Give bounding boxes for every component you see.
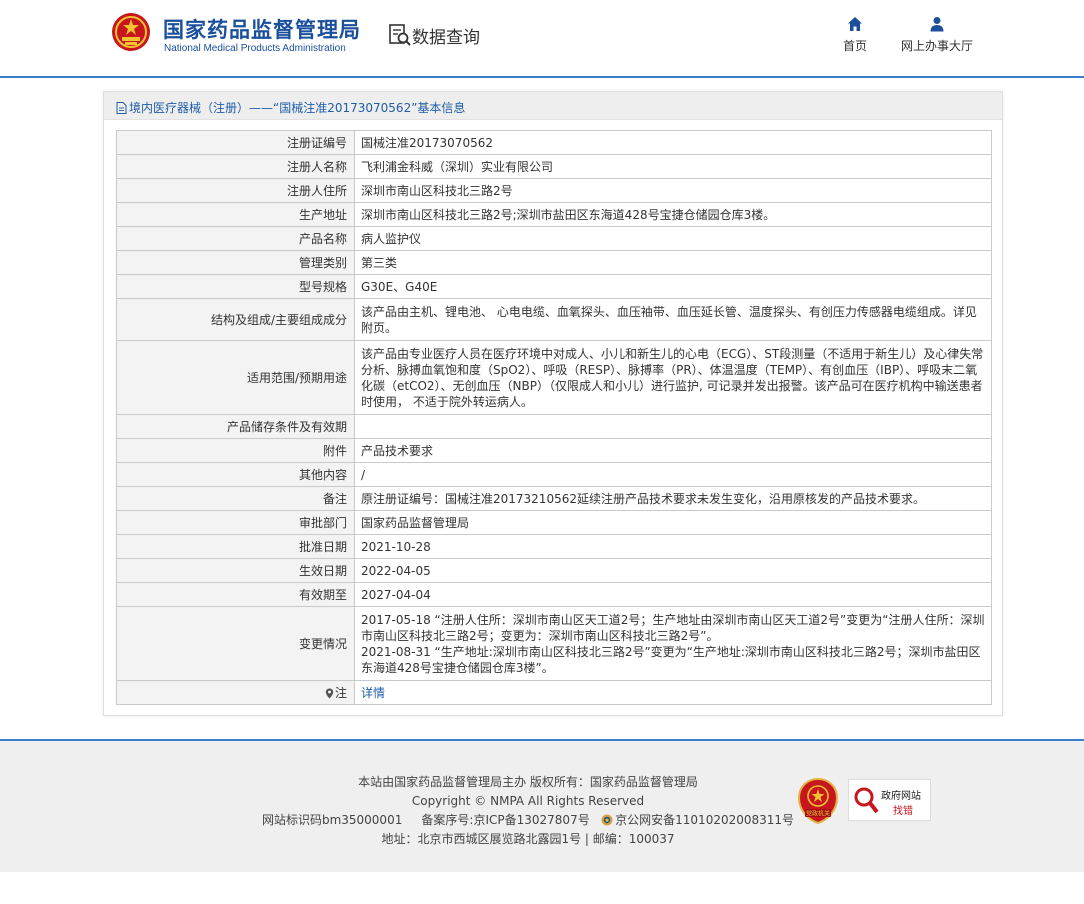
row-label: 变更情况 xyxy=(116,606,355,681)
row-value: 产品技术要求 xyxy=(354,438,992,463)
table-row: 批准日期 2021-10-28 xyxy=(116,534,992,559)
row-value: 深圳市南山区科技北三路2号;深圳市盐田区东海道428号宝捷仓储园仓库3楼。 xyxy=(354,202,992,227)
party-gov-emblem-icon: 党政机关 xyxy=(797,777,839,825)
table-row: 生效日期 2022-04-05 xyxy=(116,558,992,583)
row-label: 注册证编号 xyxy=(116,130,355,155)
nav-service-hall-label: 网上办事大厅 xyxy=(900,39,973,53)
table-row: 结构及组成/主要组成成分 该产品由主机、锂电池、 心电电缆、血氧探头、血压袖带、… xyxy=(116,298,992,341)
row-value: 该产品由专业医疗人员在医疗环境中对成人、小儿和新生儿的心电（ECG）、ST段测量… xyxy=(354,340,992,415)
row-value: 2027-04-04 xyxy=(354,582,992,607)
row-value: G30E、G40E xyxy=(354,274,992,299)
change-entry: 2021-08-31 “生产地址:深圳市南山区科技北三路2号”变更为“生产地址:… xyxy=(361,644,981,675)
table-row: 注册人名称 飞利浦金科威（深圳）实业有限公司 xyxy=(116,154,992,179)
row-label: 生产地址 xyxy=(116,202,355,227)
row-label: 审批部门 xyxy=(116,510,355,535)
detail-panel: 境内医疗器械（注册）——“国械注准20173070562”基本信息 注册证编号 … xyxy=(103,91,1003,716)
row-value: 2021-10-28 xyxy=(354,534,992,559)
table-row: 型号规格 G30E、G40E xyxy=(116,274,992,299)
row-label: 批准日期 xyxy=(116,534,355,559)
row-label: 适用范围/预期用途 xyxy=(116,340,355,415)
table-row: 附件 产品技术要求 xyxy=(116,438,992,463)
site-header: 国家药品监督管理局 National Medical Products Admi… xyxy=(0,0,1084,78)
police-badge-icon xyxy=(601,814,613,826)
table-row: 产品储存条件及有效期 xyxy=(116,414,992,439)
table-row: 审批部门 国家药品监督管理局 xyxy=(116,510,992,535)
details-link[interactable]: 详情 xyxy=(361,686,385,700)
note-label: 注 xyxy=(334,685,347,700)
national-emblem-icon xyxy=(112,13,150,51)
site-footer: 本站由国家药品监督管理局主办 版权所有：国家药品监督管理局 Copyright … xyxy=(0,739,1084,872)
gov-badge-subtitle: 找错 xyxy=(893,806,913,817)
row-label: 型号规格 xyxy=(116,274,355,299)
table-row: 其他内容 / xyxy=(116,462,992,487)
row-value: 第三类 xyxy=(354,250,992,275)
row-label: 注 xyxy=(116,680,355,705)
row-value: 国械注准20173070562 xyxy=(354,130,992,155)
row-label: 有效期至 xyxy=(116,582,355,607)
table-row: 适用范围/预期用途 该产品由专业医疗人员在医疗环境中对成人、小儿和新生儿的心电（… xyxy=(116,340,992,415)
row-label: 备注 xyxy=(116,486,355,511)
row-label: 注册人名称 xyxy=(116,154,355,179)
row-label: 管理类别 xyxy=(116,250,355,275)
nav-home-label: 首页 xyxy=(842,39,867,53)
row-value: 2022-04-05 xyxy=(354,558,992,583)
row-value: 该产品由主机、锂电池、 心电电缆、血氧探头、血压袖带、血压延长管、温度探头、有创… xyxy=(354,298,992,341)
data-query-icon[interactable] xyxy=(388,23,412,47)
party-badge-text: 党政机关 xyxy=(806,810,830,818)
row-value: 详情 xyxy=(354,680,992,705)
table-row: 注册证编号 国械注准20173070562 xyxy=(116,130,992,155)
row-label: 注册人住所 xyxy=(116,178,355,203)
party-gov-badge[interactable]: 党政机关 xyxy=(797,777,839,825)
row-value: 国家药品监督管理局 xyxy=(354,510,992,535)
table-row: 生产地址 深圳市南山区科技北三路2号;深圳市盐田区东海道428号宝捷仓储园仓库3… xyxy=(116,202,992,227)
row-label: 其他内容 xyxy=(116,462,355,487)
row-value: 病人监护仪 xyxy=(354,226,992,251)
footer-registration: 网站标识码bm35000001 备案序号:京ICP备13027807号 京公网安… xyxy=(250,811,806,830)
row-value: 原注册证编号：国械注准20173210562延续注册产品技术要求未发生变化，沿用… xyxy=(354,486,992,511)
nav-home[interactable]: 首页 xyxy=(838,16,872,54)
home-icon xyxy=(848,17,862,31)
magnifier-icon xyxy=(854,787,879,814)
panel-title: 境内医疗器械（注册）——“国械注准20173070562”基本信息 xyxy=(104,92,1002,120)
registration-info-table: 注册证编号 国械注准20173070562 注册人名称 飞利浦金科威（深圳）实业… xyxy=(116,130,992,705)
change-entry: 2017-05-18 “注册人住所：深圳市南山区天工道2号；生产地址由深圳市南山… xyxy=(361,612,985,643)
user-icon xyxy=(930,17,944,32)
footer-icp-link[interactable]: 备案序号:京ICP备13027807号 xyxy=(421,813,589,827)
footer-site-id: 网站标识码bm35000001 xyxy=(261,813,403,827)
row-value xyxy=(354,414,992,439)
footer-text: 本站由国家药品监督管理局主办 版权所有：国家药品监督管理局 Copyright … xyxy=(250,773,806,849)
map-pin-icon xyxy=(325,688,334,698)
row-label: 产品储存条件及有效期 xyxy=(116,414,355,439)
row-value: / xyxy=(354,462,992,487)
site-name-en[interactable]: National Medical Products Administration xyxy=(164,43,346,54)
data-query-title[interactable]: 数据查询 xyxy=(412,23,480,48)
table-row: 注册人住所 深圳市南山区科技北三路2号 xyxy=(116,178,992,203)
footer-police-link[interactable]: 京公网安备11010202008311号 xyxy=(615,813,794,827)
table-row: 有效期至 2027-04-04 xyxy=(116,582,992,607)
footer-sponsor: 本站由国家药品监督管理局主办 版权所有：国家药品监督管理局 xyxy=(358,775,698,789)
footer-address: 地址：北京市西城区展览路北露园1号 | 邮编：100037 xyxy=(381,832,675,846)
table-row: 备注 原注册证编号：国械注准20173210562延续注册产品技术要求未发生变化… xyxy=(116,486,992,511)
site-name-cn[interactable]: 国家药品监督管理局 xyxy=(163,14,361,44)
row-value: 深圳市南山区科技北三路2号 xyxy=(354,178,992,203)
row-label: 生效日期 xyxy=(116,558,355,583)
nav-service-hall[interactable]: 网上办事大厅 xyxy=(898,16,976,54)
row-label: 结构及组成/主要组成成分 xyxy=(116,298,355,341)
row-label: 产品名称 xyxy=(116,226,355,251)
footer-copyright: Copyright © NMPA All Rights Reserved xyxy=(411,794,645,808)
table-row: 变更情况 2017-05-18 “注册人住所：深圳市南山区天工道2号；生产地址由… xyxy=(116,606,992,681)
row-value: 2017-05-18 “注册人住所：深圳市南山区天工道2号；生产地址由深圳市南山… xyxy=(354,606,992,681)
panel-title-text: 境内医疗器械（注册）——“国械注准20173070562”基本信息 xyxy=(129,101,466,115)
table-row: 产品名称 病人监护仪 xyxy=(116,226,992,251)
table-row: 注 详情 xyxy=(116,680,992,705)
table-row: 管理类别 第三类 xyxy=(116,250,992,275)
row-value: 飞利浦金科威（深圳）实业有限公司 xyxy=(354,154,992,179)
gov-site-error-badge[interactable]: 政府网站 找错 xyxy=(848,779,931,821)
document-icon xyxy=(116,102,127,114)
row-label: 附件 xyxy=(116,438,355,463)
gov-badge-title: 政府网站 xyxy=(881,791,921,802)
